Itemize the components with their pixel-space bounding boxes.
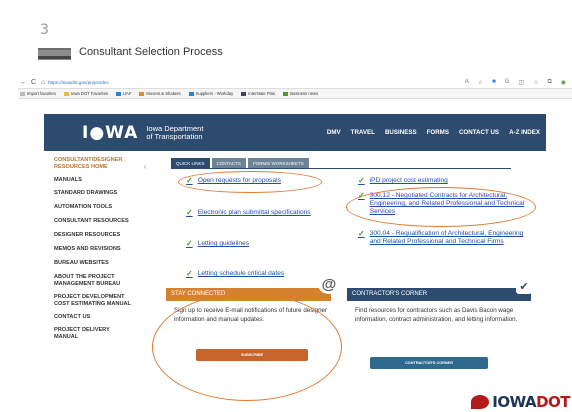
address-bar-row: → C ⌂ https://iowadot.gov/projectdev A ☆…: [18, 77, 572, 89]
favorite-business-news[interactable]: Business news: [283, 91, 318, 96]
contractors-corner-button[interactable]: CONTRACTOR'S CORNER: [370, 357, 488, 369]
uaf-icon: [116, 91, 122, 96]
check-icon: ✓: [358, 191, 365, 200]
link-negotiated-contracts[interactable]: ✓ 300.12 - Negotiated Contracts for Arch…: [358, 192, 528, 216]
nav-contact-us[interactable]: CONTACT US: [459, 129, 499, 136]
subscribe-button[interactable]: SUBSCRIBE: [196, 349, 308, 361]
favorites-bar: Import favorites Iowa DOT Favorites UAF …: [18, 89, 572, 99]
link-ipd-cost-estimating[interactable]: ✓ iPD project cost estimating: [358, 177, 448, 185]
workday-icon: [188, 91, 194, 96]
iowa-logo[interactable]: I●WA: [82, 123, 138, 143]
email-at-icon: @: [318, 275, 340, 294]
favorite-import[interactable]: Import favorites: [20, 91, 56, 96]
news-icon: [283, 91, 289, 96]
favorite-movers[interactable]: Movers & Shakers: [139, 91, 181, 96]
chevron-left-icon[interactable]: ‹: [144, 164, 146, 171]
profile-icon[interactable]: ◉: [561, 79, 566, 86]
star-icon[interactable]: ☆: [478, 79, 483, 86]
favorite-iowa-dot[interactable]: Iowa DOT Favorites: [63, 91, 108, 96]
checkmark-icon: ✔: [516, 280, 532, 294]
import-icon: [20, 91, 25, 96]
nav-business[interactable]: BUSINESS: [385, 129, 417, 136]
refresh-icon[interactable]: C: [31, 79, 36, 86]
read-aloud-icon[interactable]: A: [465, 79, 469, 86]
tab-underline: [171, 168, 511, 169]
left-nav-automation-tools[interactable]: AUTOMATION TOOLS: [54, 204, 172, 211]
link-letting-guidelines[interactable]: ✓ Letting guidelines: [186, 240, 249, 248]
folder-icon: [63, 91, 69, 96]
iowa-dot-swoosh-icon: [471, 395, 490, 409]
left-nav-standard-drawings[interactable]: STANDARD DRAWINGS: [54, 190, 172, 197]
left-nav: CONSULTANT/DESIGNER RESOURCES HOME MANUA…: [54, 157, 172, 341]
nav-a-z-index[interactable]: A-Z INDEX: [509, 129, 540, 136]
refresh-ext-icon[interactable]: G: [505, 79, 510, 86]
favorite-uaf[interactable]: UAF: [116, 91, 131, 96]
slide-title: Consultant Selection Process: [79, 46, 223, 58]
title-accent-bar-line: [38, 56, 71, 59]
left-nav-about-bureau[interactable]: ABOUT THE PROJECT MANAGEMENT BUREAU: [54, 274, 149, 288]
left-nav-manuals[interactable]: MANUALS: [54, 177, 172, 184]
check-icon: ✓: [186, 239, 193, 248]
home-icon[interactable]: ⌂: [41, 79, 45, 86]
split-icon[interactable]: ◫: [518, 79, 524, 86]
check-icon: ✓: [186, 176, 193, 185]
stay-connected-header: STAY CONNECTED: [166, 288, 331, 301]
slide-number: 3: [40, 22, 49, 38]
nav-travel[interactable]: TRAVEL: [351, 129, 375, 136]
left-nav-consultant-resources[interactable]: CONSULTANT RESOURCES: [54, 218, 172, 225]
interstate-icon: [241, 91, 247, 96]
nav-dmv[interactable]: DMV: [327, 129, 341, 136]
left-nav-bureau-websites[interactable]: BUREAU WEBSITES: [54, 260, 172, 267]
department-name: Iowa Department of Transportation: [146, 123, 204, 141]
back-icon[interactable]: →: [19, 79, 26, 86]
movers-icon: [139, 91, 145, 96]
extension-icon[interactable]: ■: [492, 79, 496, 86]
site-header: I●WA Iowa Department of Transportation D…: [44, 114, 546, 151]
left-nav-home[interactable]: CONSULTANT/DESIGNER RESOURCES HOME: [54, 157, 150, 171]
link-letting-schedule[interactable]: ✓ Letting schedule critical dates: [186, 270, 284, 278]
nav-forms[interactable]: FORMS: [427, 129, 449, 136]
contractors-corner-header: CONTRACTOR'S CORNER: [347, 288, 531, 301]
iowa-dot-footer-logo: IOWADOT: [471, 393, 570, 411]
stay-connected-text: Sign up to receive E-mail notifications …: [174, 307, 328, 323]
left-nav-memos-revisions[interactable]: MEMOS AND REVISIONS: [54, 246, 172, 253]
address-bar-url[interactable]: https://iowadot.gov/projectdev: [48, 80, 109, 85]
check-icon: ✓: [358, 229, 365, 238]
favorite-suppliers[interactable]: Suppliers - Workday: [188, 91, 233, 96]
favorite-interstate[interactable]: Interstate Plan: [241, 91, 275, 96]
check-icon: ✓: [186, 269, 193, 278]
link-open-requests[interactable]: ✓ Open requests for proposals: [186, 177, 281, 185]
check-icon: ✓: [186, 208, 193, 217]
check-icon: ✓: [358, 176, 365, 185]
top-nav: DMV TRAVEL BUSINESS FORMS CONTACT US A-Z…: [327, 129, 540, 136]
contractors-corner-text: Find resources for contractors such as D…: [355, 307, 518, 323]
left-nav-project-delivery-manual[interactable]: PROJECT DELIVERY MANUAL: [54, 327, 124, 341]
browser-screenshot: → C ⌂ https://iowadot.gov/projectdev A ☆…: [18, 77, 572, 412]
left-nav-cost-estimating-manual[interactable]: PROJECT DEVELOPMENT COST ESTIMATING MANU…: [54, 294, 132, 308]
collections-icon[interactable]: ⧉: [547, 79, 551, 86]
link-requalification[interactable]: ✓ 300.04 - Requalification of Architectu…: [358, 230, 528, 246]
link-electronic-plan[interactable]: ✓ Electronic plan submittal specificatio…: [186, 209, 311, 217]
left-nav-designer-resources[interactable]: DESIGNER RESOURCES: [54, 232, 172, 239]
left-nav-contact-us[interactable]: CONTACT US: [54, 314, 172, 321]
favorites-icon[interactable]: ☆: [533, 79, 538, 86]
